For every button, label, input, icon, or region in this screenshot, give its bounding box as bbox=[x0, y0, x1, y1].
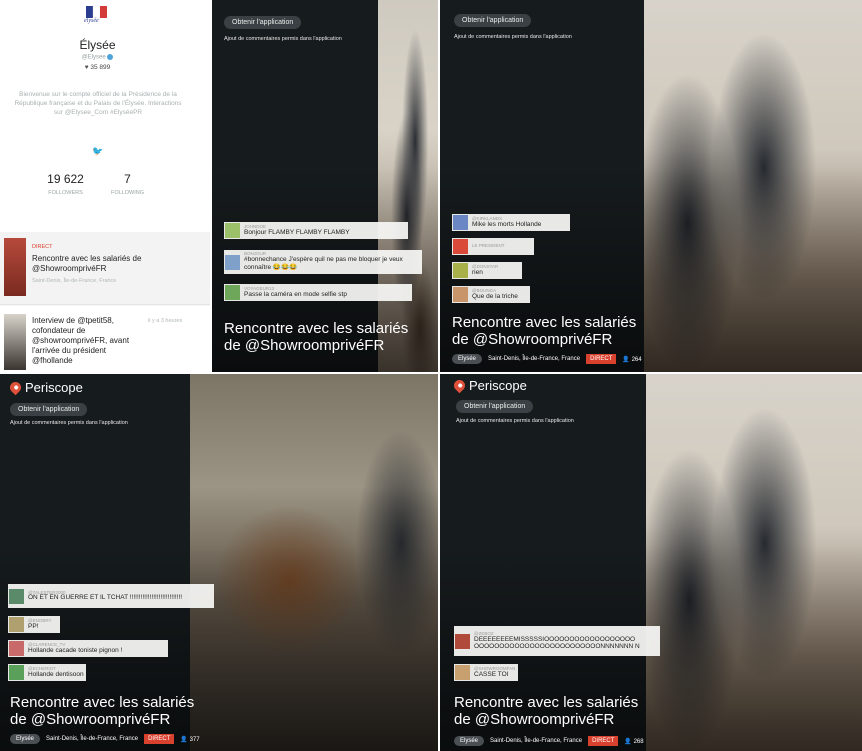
broadcast-list: DIRECT Rencontre avec les salariés de @S… bbox=[0, 232, 210, 372]
avatar bbox=[455, 633, 470, 649]
broadcast-panel-top-middle: Obtenir l'application Ajout de commentai… bbox=[212, 0, 438, 372]
comment-item: BONJOUR #bonnechance J'espère quil ne pas… bbox=[224, 250, 422, 274]
avatar bbox=[225, 285, 240, 300]
broadcast-panel-bottom-left: Periscope Obtenir l'application Ajout de… bbox=[0, 374, 438, 751]
viewer-count: 👤 264 bbox=[622, 356, 642, 363]
avatar bbox=[453, 287, 468, 302]
profile-handle: @Elysee bbox=[0, 54, 195, 61]
broadcast-item[interactable]: Interview de @tpetit58, cofondateur de @… bbox=[0, 306, 210, 372]
avatar bbox=[453, 239, 468, 254]
broadcast-thumbnail bbox=[4, 314, 26, 370]
comment-item: @BOUNGA Que de la triche bbox=[452, 286, 530, 303]
host-tag[interactable]: Elysée bbox=[452, 354, 483, 364]
avatar bbox=[9, 665, 24, 680]
viewers-icon: 👤 bbox=[622, 356, 630, 363]
heart-icon: ♥ bbox=[84, 64, 89, 71]
broadcast-info-bar: Elysée Saint-Denis, Île-de-France, Franc… bbox=[454, 736, 644, 746]
comment-item: @ECHERIOT Hollande dentisoon bbox=[8, 664, 86, 681]
avatar bbox=[453, 215, 468, 230]
broadcast-title: Rencontre avec les salariés de @Showroom… bbox=[454, 694, 639, 728]
avatar bbox=[9, 588, 24, 604]
broadcast-title: Rencontre avec les salariés de @Showroom… bbox=[32, 254, 142, 273]
broadcast-info-bar: Elysée Saint-Denis, Île-de-France, Franc… bbox=[10, 734, 200, 744]
broadcast-title: Interview de @tpetit58, cofondateur de @… bbox=[32, 316, 130, 365]
broadcast-info-bar: Elysée Saint-Denis, Île-de-France, Franc… bbox=[452, 354, 642, 364]
host-tag[interactable]: Elysée bbox=[454, 736, 485, 746]
get-app-button[interactable]: Obtenir l'application bbox=[10, 403, 88, 416]
viewer-count: 👤 268 bbox=[624, 738, 644, 745]
get-app-button[interactable]: Obtenir l'application bbox=[454, 14, 532, 27]
comments-note: Ajout de commentaires permis dans l'appl… bbox=[454, 34, 572, 40]
periscope-logo: Periscope bbox=[7, 379, 83, 396]
host-tag[interactable]: Elysée bbox=[10, 734, 41, 744]
elysee-logo: élysée bbox=[78, 4, 118, 26]
broadcast-meta: il y a 3 heures bbox=[148, 318, 183, 324]
logo-text: élysée bbox=[84, 18, 99, 24]
comment-item: @TALESTER2000 ON ET EN GUERRE ET IL TCHAT… bbox=[8, 584, 214, 608]
comment-item: @DONSTAR rien bbox=[452, 262, 522, 279]
comments-note: Ajout de commentaires permis dans l'appl… bbox=[456, 418, 574, 424]
comment-item: LE PRESIDENT bbox=[452, 238, 534, 255]
broadcast-title: Rencontre avec les salariés de @Showroom… bbox=[10, 694, 195, 728]
broadcast-panel-top-right: Obtenir l'application Ajout de commentai… bbox=[440, 0, 862, 372]
broadcast-panel-bottom-right: Periscope Obtenir l'application Ajout de… bbox=[440, 374, 862, 751]
followers-stat[interactable]: 19 622 FOLLOWERS bbox=[38, 172, 93, 196]
broadcast-title: Rencontre avec les salariés de @Showroom… bbox=[452, 314, 637, 348]
periscope-icon bbox=[7, 379, 24, 396]
periscope-logo: Periscope bbox=[451, 377, 527, 394]
comment-item: @KIRKLANDX Mike les morts Hollande bbox=[452, 214, 570, 231]
live-badge: DIRECT bbox=[586, 354, 617, 364]
live-badge: DIRECT bbox=[588, 736, 619, 746]
broadcast-title: Rencontre avec les salariés de @Showroom… bbox=[224, 320, 409, 354]
periscope-icon bbox=[451, 377, 468, 394]
profile-name: Élysée bbox=[79, 38, 116, 52]
location-text: Saint-Denis, Île-de-France, France bbox=[490, 738, 583, 744]
avatar bbox=[453, 263, 468, 278]
avatar bbox=[225, 223, 240, 238]
location-text: Saint-Denis, Île-de-France, France bbox=[46, 736, 139, 742]
comment-item: @SHOWROOMFAN CASSE TOI bbox=[454, 664, 518, 681]
broadcast-item[interactable]: DIRECT Rencontre avec les salariés de @S… bbox=[0, 232, 210, 305]
location-text: Saint-Denis, Île-de-France, France bbox=[488, 356, 581, 362]
comment-item: @ZEBOZ DEEEEEEEEMISSSSSIOOOOOOOOOOOOOOOOO… bbox=[454, 626, 660, 656]
broadcast-meta: Saint-Denis, Île-de-France, France bbox=[32, 278, 117, 284]
comment-item: @ENOBRY PP! bbox=[8, 616, 60, 633]
comment-item: VOYAGEUR13 Passe la caméra en mode selfie… bbox=[224, 284, 412, 301]
avatar bbox=[9, 617, 24, 632]
comment-item: JOHNDOE Bonjour FLAMBY FLAMBY FLAMBY bbox=[224, 222, 408, 239]
following-stat[interactable]: 7 FOLLOWING bbox=[105, 172, 150, 196]
live-badge: DIRECT bbox=[144, 734, 175, 744]
viewers-icon: 👤 bbox=[624, 738, 632, 745]
avatar bbox=[225, 254, 240, 270]
viewers-icon: 👤 bbox=[180, 736, 188, 743]
profile-panel: élysée Élysée @Elysee ♥ 35 899 Bienvenue… bbox=[0, 0, 210, 372]
comment-item: @CLARENCE_TV Hollande cacade toniste pign… bbox=[8, 640, 168, 657]
avatar bbox=[9, 641, 24, 656]
comments-note: Ajout de commentaires permis dans l'appl… bbox=[10, 420, 128, 426]
get-app-button[interactable]: Obtenir l'application bbox=[224, 16, 302, 29]
profile-bio: Bienvenue sur le compte officiel de la P… bbox=[14, 91, 182, 116]
broadcast-live-badge: DIRECT bbox=[32, 244, 53, 250]
twitter-icon[interactable]: 🐦 bbox=[92, 146, 103, 157]
comments-note: Ajout de commentaires permis dans l'appl… bbox=[224, 36, 342, 42]
avatar bbox=[455, 665, 470, 680]
verified-icon bbox=[107, 54, 114, 60]
viewer-count: 👤 377 bbox=[180, 736, 200, 743]
hearts-count: ♥ 35 899 bbox=[84, 64, 111, 71]
get-app-button[interactable]: Obtenir l'application bbox=[456, 400, 534, 413]
broadcast-thumbnail bbox=[4, 238, 26, 296]
